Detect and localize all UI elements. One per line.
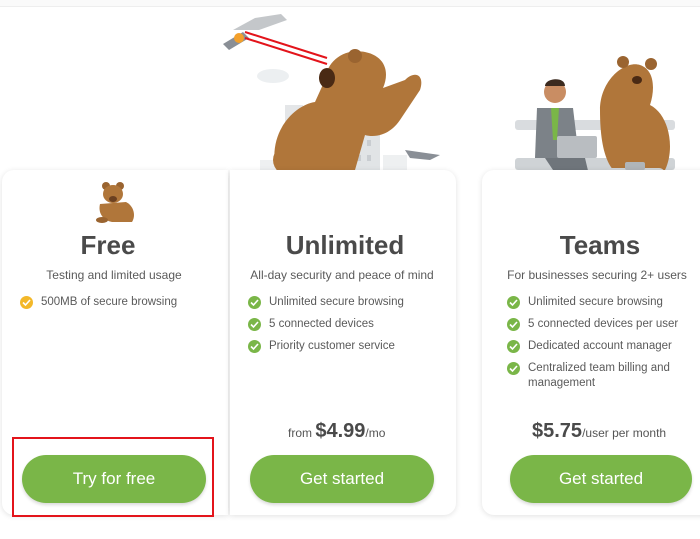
check-icon [248,318,261,331]
plan-title-unlimited: Unlimited [285,230,405,260]
feature-item: Priority customer service [269,340,395,352]
plan-title-free: Free [80,230,136,260]
price-unlimited: from $4.99/mo [288,420,385,443]
feature-item: 5 connected devices [269,318,374,330]
check-icon [507,340,520,353]
plan-subtitle-teams: For businesses securing 2+ users [507,268,687,282]
price-prefix: from [288,426,316,440]
card-divider [228,178,229,508]
small-bear-icon [96,182,134,223]
check-icon [507,362,520,375]
price-suffix: /mo [365,426,386,440]
check-icon [248,340,261,353]
check-icon [507,296,520,309]
feature-item: 500MB of secure browsing [41,296,178,308]
feature-item: Unlimited secure browsing [528,296,663,308]
price-teams: $5.75/user per month [532,420,666,443]
check-icon [20,296,33,309]
price-amount: $5.75 [532,420,583,442]
check-icon [507,318,520,331]
check-icon [248,296,261,309]
get-started-unlimited-button[interactable]: Get started [250,455,434,503]
get-started-teams-button[interactable]: Get started [510,455,692,503]
plan-title-teams: Teams [559,230,641,260]
plan-subtitle-free: Testing and limited usage [46,268,182,282]
feature-item: 5 connected devices per user [528,318,679,330]
feature-item: Unlimited secure browsing [269,296,404,308]
plan-subtitle-unlimited: All-day security and peace of mind [250,268,434,282]
price-amount: $4.99 [315,420,366,442]
top-border [0,0,700,7]
feature-item: Dedicated account manager [528,340,672,352]
price-suffix: /user per month [582,426,667,440]
feature-item: Centralized team billing and management [528,362,670,389]
highlight-box [12,437,214,517]
